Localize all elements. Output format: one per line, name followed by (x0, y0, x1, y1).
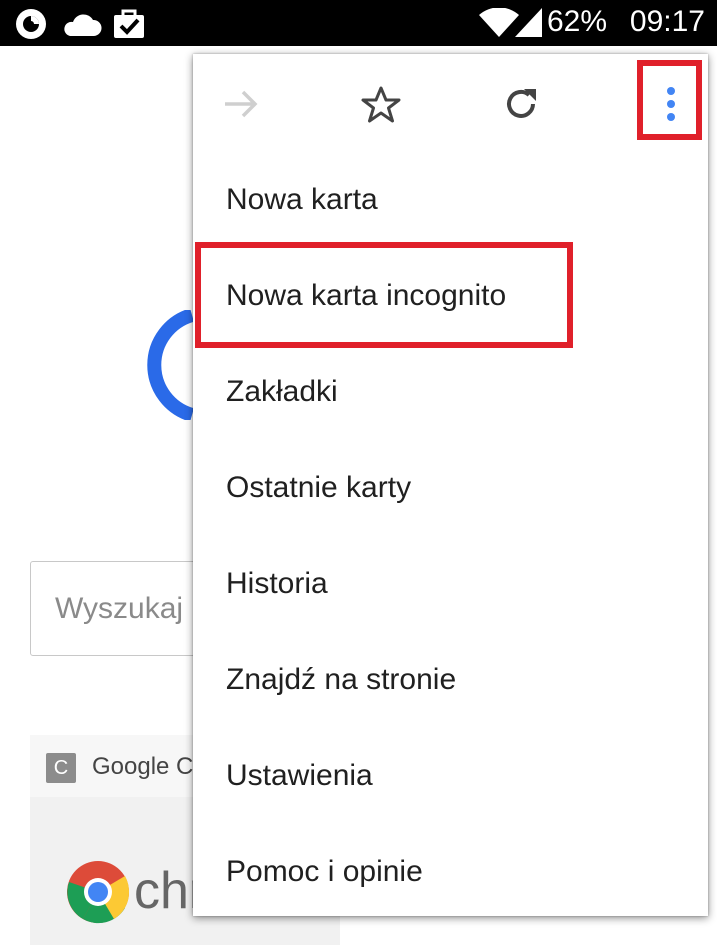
tile-favicon: C (46, 753, 76, 783)
google-logo-partial (147, 310, 195, 420)
menu-item-help-feedback[interactable]: Pomoc i opinie (193, 824, 708, 916)
more-vert-icon (667, 87, 675, 121)
overflow-menu: Nowa karta Nowa karta incognito Zakładki… (193, 54, 708, 916)
star-icon (361, 86, 401, 123)
reload-icon (507, 89, 536, 118)
menu-item-history[interactable]: Historia (193, 536, 708, 632)
firefox-icon (16, 9, 46, 39)
menu-item-settings[interactable]: Ustawienia (193, 728, 708, 824)
chrome-logo-icon (67, 861, 130, 924)
signal-icon (515, 8, 542, 37)
menu-toolbar (193, 54, 708, 154)
tile-title: Google C (92, 753, 194, 780)
bookmark-button[interactable] (351, 76, 411, 132)
menu-item-recent-tabs[interactable]: Ostatnie karty (193, 440, 708, 536)
menu-item-label: Pomoc i opinie (226, 855, 423, 888)
menu-item-label: Historia (226, 567, 328, 600)
bag-check-icon (114, 9, 144, 38)
menu-item-new-tab[interactable]: Nowa karta (193, 152, 708, 248)
menu-item-label: Ostatnie karty (226, 471, 412, 504)
menu-item-bookmarks[interactable]: Zakładki (193, 344, 708, 440)
menu-item-label: Ustawienia (226, 759, 373, 792)
battery-percentage: 62% (546, 5, 607, 38)
menu-item-new-incognito-tab[interactable]: Nowa karta incognito (193, 248, 708, 344)
forward-icon (225, 90, 258, 118)
menu-item-find-in-page[interactable]: Znajdź na stronie (193, 632, 708, 728)
menu-item-label: Zakładki (226, 375, 338, 408)
menu-item-label: Nowa karta incognito (226, 279, 507, 312)
more-options-button[interactable] (641, 76, 701, 132)
search-placeholder: Wyszukaj (55, 592, 184, 625)
cloud-icon (64, 14, 102, 36)
forward-button[interactable] (211, 76, 271, 132)
menu-item-label: Znajdź na stronie (226, 663, 457, 696)
clock: 09:17 (629, 5, 705, 38)
status-bar: 62% 09:17 (0, 0, 717, 46)
menu-item-label: Nowa karta (226, 183, 378, 216)
reload-button[interactable] (491, 76, 551, 132)
